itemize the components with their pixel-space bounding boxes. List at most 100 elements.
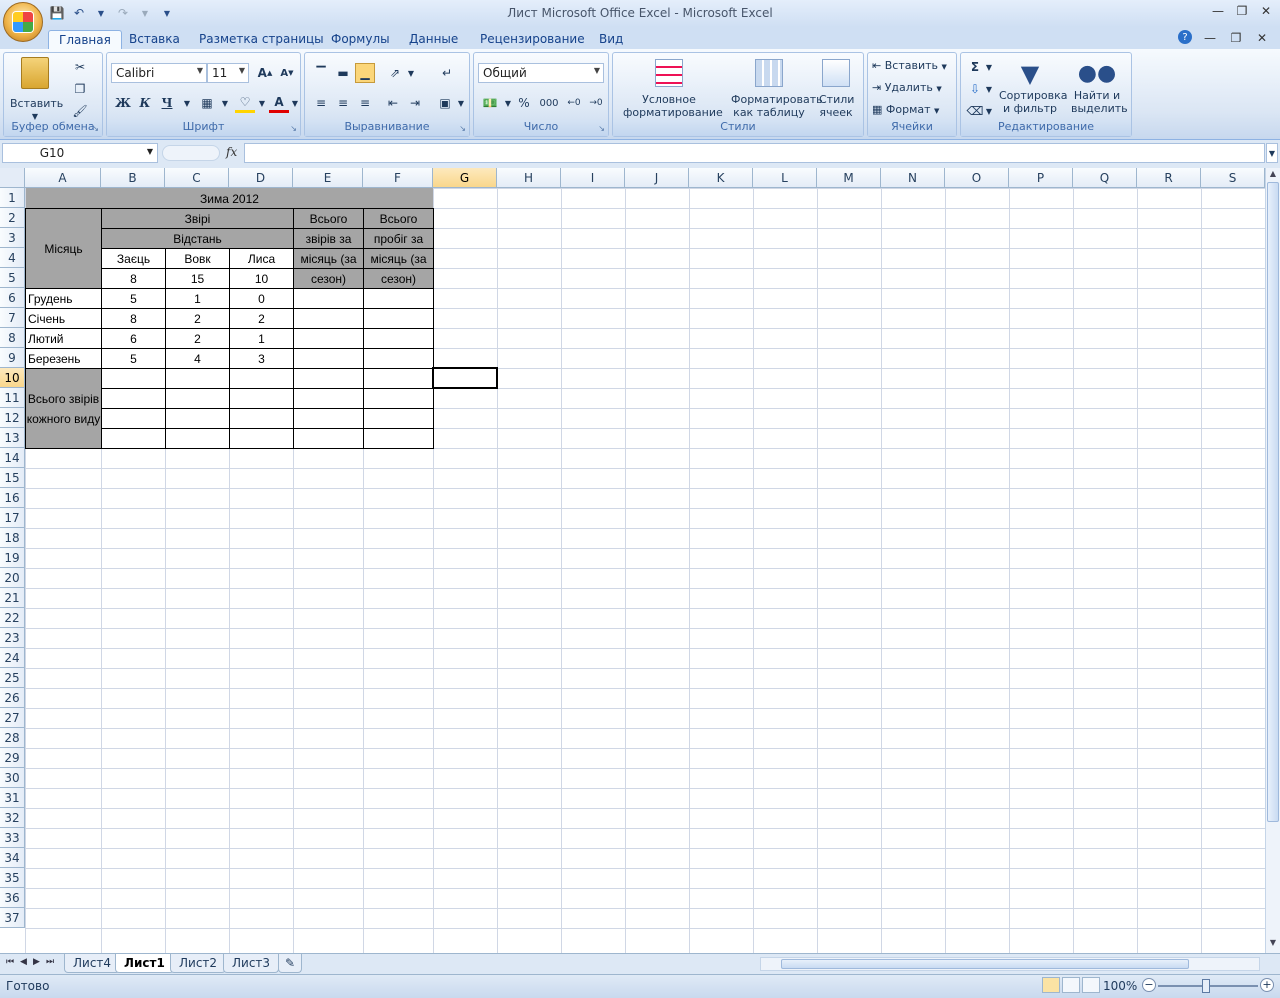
borders-dropdown-icon[interactable]: ▼ <box>215 93 235 113</box>
empty-table-cell[interactable] <box>364 389 433 408</box>
sheet-tab-list2[interactable]: Лист2 <box>170 954 227 973</box>
row-header-19[interactable]: 19 <box>0 548 25 568</box>
wolf-cell[interactable]: 4 <box>166 349 229 368</box>
row-header-21[interactable]: 21 <box>0 588 25 608</box>
tab-review[interactable]: Рецензирование <box>470 30 595 49</box>
month-header[interactable]: Місяць <box>26 209 101 288</box>
hare-cell[interactable]: 5 <box>102 349 165 368</box>
number-launcher-icon[interactable]: ↘ <box>598 124 605 133</box>
fox-cell[interactable]: 0 <box>230 289 293 308</box>
copy-icon[interactable]: ❐ <box>70 79 90 99</box>
horizontal-scrollbar[interactable] <box>760 957 1260 971</box>
row-header-8[interactable]: 8 <box>0 328 25 348</box>
row-header-7[interactable]: 7 <box>0 308 25 328</box>
tab-home[interactable]: Главная <box>48 30 122 49</box>
column-header-j[interactable]: J <box>625 168 689 188</box>
column-header-i[interactable]: I <box>561 168 625 188</box>
column-header-e[interactable]: E <box>293 168 363 188</box>
insert-function-icon[interactable]: fx <box>226 145 237 159</box>
row-header-34[interactable]: 34 <box>0 848 25 868</box>
hare-cell[interactable]: 8 <box>102 309 165 328</box>
total-run-cell[interactable] <box>364 349 433 368</box>
column-header-c[interactable]: C <box>165 168 229 188</box>
empty-table-cell[interactable] <box>102 409 165 428</box>
row-header-1[interactable]: 1 <box>0 188 25 208</box>
minimize-icon[interactable]: — <box>1210 3 1226 19</box>
row-header-16[interactable]: 16 <box>0 488 25 508</box>
increase-indent-icon[interactable]: ⇥ <box>405 93 425 113</box>
prev-sheet-icon[interactable]: ◀ <box>20 957 27 967</box>
total-each-header[interactable]: Всього звірів кожного виду <box>26 369 101 448</box>
help-icon[interactable]: ? <box>1178 30 1192 44</box>
cell-styles-button[interactable]: Стили ячеек <box>813 59 859 119</box>
column-header-q[interactable]: Q <box>1073 168 1137 188</box>
empty-table-cell[interactable] <box>166 429 229 448</box>
sheet-tab-list1[interactable]: Лист1 <box>115 954 174 973</box>
cut-icon[interactable]: ✂ <box>70 57 90 77</box>
sheet-tab-list4[interactable]: Лист4 <box>64 954 121 973</box>
formula-input[interactable] <box>244 143 1265 163</box>
row-header-31[interactable]: 31 <box>0 788 25 808</box>
close-icon[interactable]: ✕ <box>1258 3 1274 19</box>
row-header-12[interactable]: 12 <box>0 408 25 428</box>
scroll-up-icon[interactable]: ▲ <box>1267 169 1279 181</box>
fox-cell[interactable]: 1 <box>230 329 293 348</box>
column-header-h[interactable]: H <box>497 168 561 188</box>
total-animals-cell[interactable] <box>294 309 363 328</box>
row-header-25[interactable]: 25 <box>0 668 25 688</box>
distance-fox[interactable]: 10 <box>230 269 293 288</box>
fox-cell[interactable]: 3 <box>230 349 293 368</box>
animals-header[interactable]: Звірі <box>102 209 293 228</box>
row-header-20[interactable]: 20 <box>0 568 25 588</box>
align-right-icon[interactable]: ≡ <box>355 93 375 113</box>
align-top-icon[interactable]: ▔ <box>311 63 331 83</box>
wrap-text-icon[interactable]: ↵ <box>437 63 457 83</box>
fox-cell[interactable]: 2 <box>230 309 293 328</box>
fox-header[interactable]: Лиса <box>230 249 293 268</box>
column-header-b[interactable]: B <box>101 168 165 188</box>
empty-table-cell[interactable] <box>102 389 165 408</box>
empty-table-cell[interactable] <box>102 429 165 448</box>
office-button[interactable] <box>3 2 43 42</box>
hare-cell[interactable]: 5 <box>102 289 165 308</box>
row-header-11[interactable]: 11 <box>0 388 25 408</box>
first-sheet-icon[interactable]: ⏮ <box>6 957 14 967</box>
workbook-close-icon[interactable]: ✕ <box>1254 30 1270 46</box>
row-header-10[interactable]: 10 <box>0 368 25 388</box>
align-bottom-icon[interactable]: ▁ <box>355 63 375 83</box>
row-header-29[interactable]: 29 <box>0 748 25 768</box>
empty-table-cell[interactable] <box>166 369 229 388</box>
column-header-l[interactable]: L <box>753 168 817 188</box>
row-header-32[interactable]: 32 <box>0 808 25 828</box>
format-cells-button[interactable]: ▦ Формат ▼ <box>872 103 939 118</box>
empty-table-cell[interactable] <box>364 409 433 428</box>
empty-table-cell[interactable] <box>364 369 433 388</box>
zoom-slider-knob[interactable] <box>1202 979 1210 993</box>
paste-button[interactable]: Вставить ▼ <box>10 57 63 123</box>
sheet-tab-list3[interactable]: Лист3 <box>223 954 280 973</box>
borders-icon[interactable]: ▦ <box>197 93 217 113</box>
last-sheet-icon[interactable]: ⏭ <box>46 957 54 967</box>
font-color-dropdown-icon[interactable]: ▼ <box>285 93 305 113</box>
undo-icon[interactable]: ↶ <box>70 4 88 22</box>
wolf-cell[interactable]: 2 <box>166 329 229 348</box>
empty-table-cell[interactable] <box>230 429 293 448</box>
worksheet-grid[interactable]: Полювання БулькиЗима 2012МісяцьЗвіріВідс… <box>0 168 1265 953</box>
redo-icon[interactable]: ↷ <box>114 4 132 22</box>
empty-table-cell[interactable] <box>294 389 363 408</box>
merge-dropdown-icon[interactable]: ▼ <box>451 93 471 113</box>
column-header-p[interactable]: P <box>1009 168 1073 188</box>
font-size-select[interactable]: 11 ▼ <box>207 63 249 83</box>
tab-formulas[interactable]: Формулы <box>321 30 400 49</box>
alignment-launcher-icon[interactable]: ↘ <box>459 124 466 133</box>
format-as-table-button[interactable]: Форматировать как таблицу <box>721 59 823 119</box>
empty-table-cell[interactable] <box>230 369 293 388</box>
zoom-in-icon[interactable]: + <box>1260 978 1274 992</box>
align-left-icon[interactable]: ≡ <box>311 93 331 113</box>
horizontal-scroll-thumb[interactable] <box>781 959 1189 969</box>
zoom-level[interactable]: 100% <box>1103 979 1137 993</box>
currency-icon[interactable]: 💵 <box>480 93 500 113</box>
redo-dropdown-icon[interactable]: ▼ <box>136 4 154 22</box>
total-animals-cell[interactable] <box>294 329 363 348</box>
next-sheet-icon[interactable]: ▶ <box>33 957 40 967</box>
